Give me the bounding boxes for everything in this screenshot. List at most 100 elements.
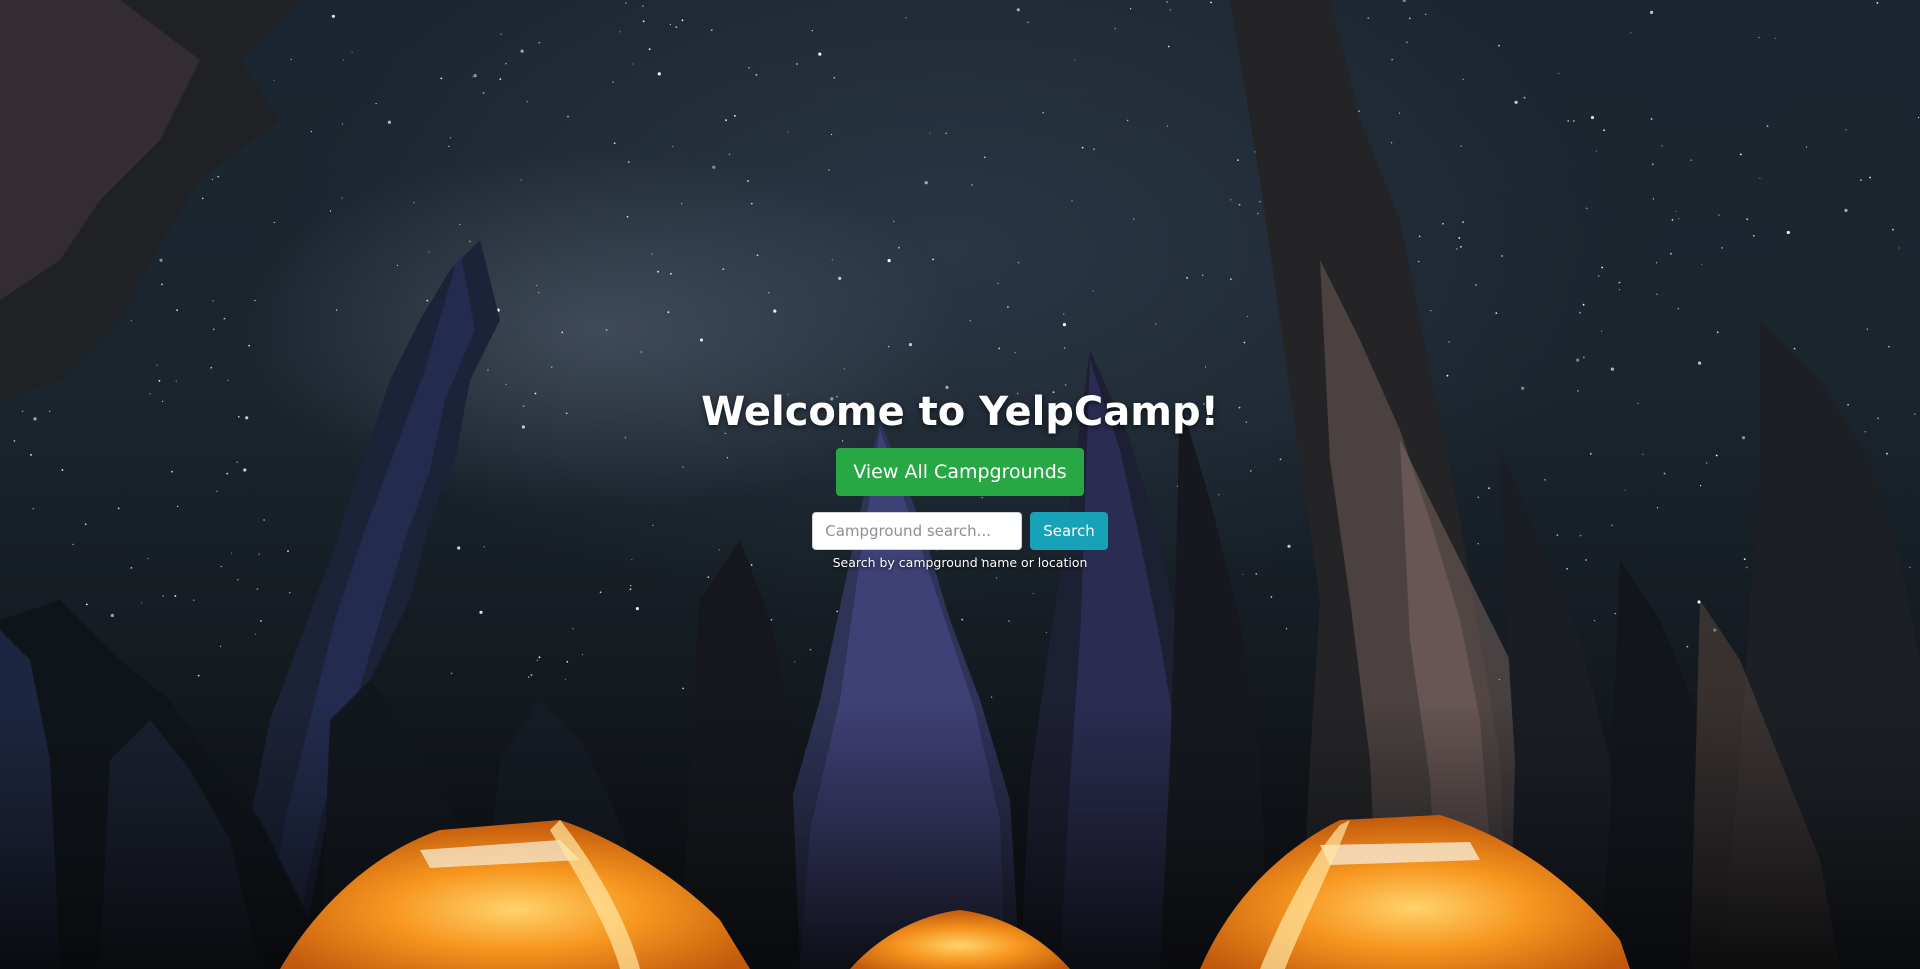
star	[1242, 573, 1244, 575]
star	[811, 30, 813, 32]
star	[1590, 115, 1595, 120]
star	[945, 132, 947, 134]
star	[1448, 341, 1450, 343]
star	[1186, 277, 1188, 279]
star	[1391, 142, 1393, 144]
star	[473, 74, 477, 78]
star	[887, 259, 891, 263]
star	[833, 76, 836, 79]
star	[175, 380, 177, 382]
star	[1567, 120, 1570, 122]
star	[734, 115, 736, 117]
star	[1418, 235, 1421, 238]
star	[538, 291, 540, 294]
star	[767, 291, 770, 294]
star	[1651, 163, 1654, 166]
star	[536, 659, 538, 661]
star	[619, 31, 621, 33]
star	[217, 175, 220, 178]
star	[1866, 328, 1868, 330]
star	[1582, 356, 1585, 359]
star	[336, 309, 338, 311]
star	[1572, 120, 1575, 122]
star	[440, 77, 443, 80]
star	[1027, 21, 1029, 23]
star	[1230, 278, 1232, 280]
star	[1114, 27, 1117, 30]
star	[1585, 207, 1588, 210]
star	[1594, 620, 1596, 622]
star	[1495, 312, 1498, 314]
star	[1595, 150, 1597, 152]
star	[1202, 274, 1204, 276]
search-button[interactable]: Search	[1030, 512, 1108, 550]
star	[635, 607, 640, 611]
star	[1074, 59, 1076, 61]
star	[1210, 1, 1212, 4]
star	[1230, 199, 1232, 201]
star	[642, 5, 644, 7]
star	[1579, 311, 1581, 314]
star	[561, 331, 564, 334]
star	[505, 62, 507, 65]
star	[1876, 2, 1879, 4]
star	[1406, 41, 1408, 44]
star	[351, 51, 353, 54]
star	[828, 169, 830, 172]
star	[530, 674, 533, 676]
star	[141, 602, 143, 604]
view-all-campgrounds-button[interactable]: View All Campgrounds	[836, 448, 1084, 496]
star	[273, 79, 275, 81]
star	[1888, 345, 1890, 348]
star	[728, 153, 731, 156]
star	[997, 282, 999, 284]
star	[193, 599, 195, 601]
star	[1671, 219, 1674, 221]
star	[1618, 281, 1621, 284]
star	[1661, 145, 1663, 147]
star	[1774, 37, 1776, 40]
star	[1766, 125, 1769, 127]
star	[1418, 260, 1420, 263]
star	[330, 210, 332, 212]
star	[469, 240, 471, 243]
star	[1064, 384, 1067, 386]
star	[1367, 17, 1370, 19]
star	[472, 76, 474, 78]
star	[413, 202, 415, 204]
star	[1501, 255, 1503, 257]
star	[613, 142, 616, 145]
star	[905, 17, 907, 19]
star	[794, 661, 796, 663]
landing-page: Welcome to YelpCamp! View All Campground…	[0, 0, 1920, 969]
star	[681, 203, 683, 205]
campground-search-input[interactable]	[812, 512, 1023, 550]
star	[342, 123, 344, 125]
star	[1786, 230, 1790, 235]
star	[161, 283, 163, 286]
star	[1601, 330, 1603, 332]
star	[1064, 347, 1066, 349]
star	[260, 620, 262, 622]
star	[1597, 275, 1600, 277]
star	[1793, 347, 1796, 350]
star	[1092, 290, 1094, 292]
star	[836, 610, 839, 613]
star	[1442, 222, 1444, 225]
star	[998, 347, 1001, 350]
search-help-text: Search by campground name or location	[832, 555, 1088, 570]
star	[220, 645, 222, 647]
star	[227, 379, 229, 381]
star	[1670, 252, 1672, 255]
star	[710, 29, 713, 32]
star	[898, 246, 900, 249]
star	[924, 181, 928, 185]
star	[1690, 159, 1693, 162]
star	[831, 133, 833, 136]
star	[725, 119, 727, 121]
star	[657, 72, 661, 76]
star	[527, 676, 530, 678]
star	[159, 258, 163, 262]
star	[996, 577, 998, 579]
star	[630, 585, 632, 587]
